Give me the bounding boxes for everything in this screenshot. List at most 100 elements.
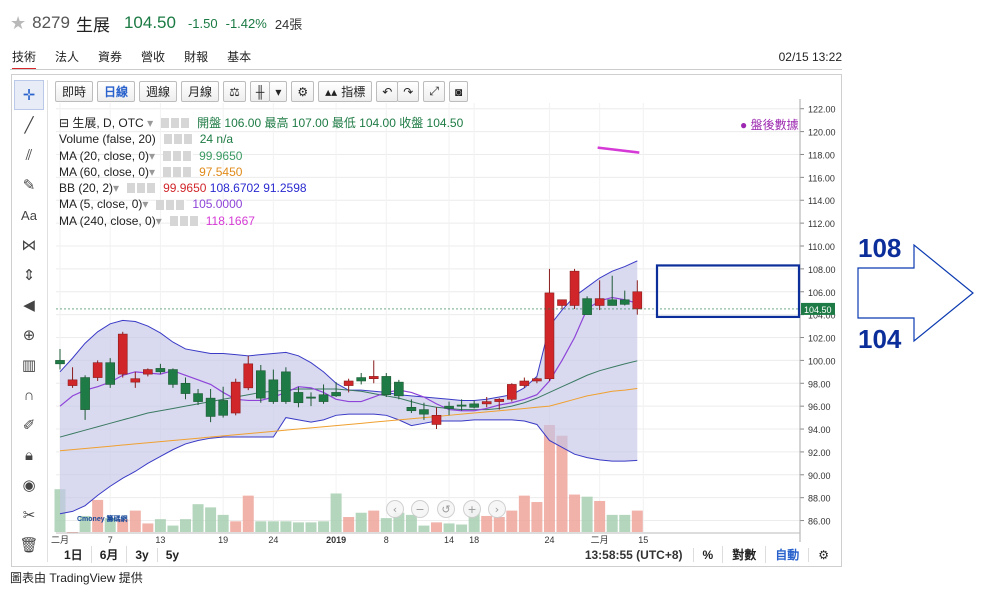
candle-body — [632, 291, 643, 310]
candle-body — [607, 299, 618, 306]
ma240-line — [597, 146, 640, 154]
price-tick-label: 86.00 — [808, 517, 831, 527]
legend-ma20-row: MA (20, close, 0) ▾ 99.9650 — [59, 148, 463, 164]
legend-controls[interactable] — [161, 118, 192, 129]
volume-bar — [280, 521, 292, 532]
range-3y-button[interactable]: 3y — [127, 547, 158, 562]
price-tick-label: 90.00 — [808, 471, 831, 481]
candle-body — [218, 400, 228, 416]
volume-bar — [619, 514, 631, 532]
candle-body — [92, 362, 103, 378]
legend-volume-row: Volume (false, 20) 24 n/a — [59, 131, 463, 147]
candle-body — [544, 292, 555, 380]
volume-bar — [493, 517, 505, 532]
volume-bar — [594, 500, 606, 532]
legend-ohlc: 開盤 106.00 最高 107.00 最低 104.00 收盤 104.50 — [197, 116, 464, 130]
ma240-value: 118.1667 — [205, 213, 255, 228]
candle-body — [130, 378, 141, 383]
legend-main-label: 生展, D, OTC — [72, 116, 144, 130]
candle-body — [469, 403, 479, 408]
volume-bar — [481, 515, 493, 532]
nav-control-icon: › — [495, 503, 499, 516]
ma240-controls[interactable] — [169, 215, 200, 226]
legend-ma240-row: MA (240, close, 0) ▾ 118.1667 — [59, 213, 463, 229]
ma240-dropdown-icon[interactable]: ▾ — [156, 213, 162, 229]
ma5-dropdown-icon[interactable]: ▾ — [142, 196, 148, 212]
price-tick-label: 122.00 — [808, 105, 836, 115]
ma20-dropdown-icon[interactable]: ▾ — [149, 148, 155, 164]
volume-bar — [368, 510, 380, 532]
candle-body — [557, 299, 567, 306]
candle-body — [481, 401, 492, 405]
volume-bar — [581, 496, 593, 532]
after-hours-label[interactable]: ● 盤後數據 — [740, 116, 799, 133]
ma60-dropdown-icon[interactable]: ▾ — [149, 164, 155, 180]
range-1d-button[interactable]: 1日 — [56, 546, 92, 563]
bb-dropdown-icon[interactable]: ▾ — [113, 180, 119, 196]
volume-bar — [267, 521, 279, 532]
candle-body — [456, 404, 467, 407]
percent-scale-button[interactable]: % — [692, 547, 723, 562]
log-scale-button[interactable]: 對數 — [722, 546, 765, 563]
bb-upper-value: 108.6702 — [209, 181, 260, 196]
volume-bar — [556, 435, 568, 532]
price-chart[interactable]: 86.00 88.00 90.00 92.00 94.00 96.00 98.00 100.0… — [0, 0, 1000, 600]
bb-mid-value: 99.9650 — [163, 181, 207, 196]
volume-bar — [230, 521, 242, 532]
candle-body — [67, 379, 78, 386]
price-tick-label: 102.00 — [808, 334, 836, 344]
candle-body — [168, 369, 178, 385]
ma5-controls[interactable] — [156, 199, 187, 210]
price-tick-label: 120.00 — [808, 128, 836, 138]
dot-icon: ● — [740, 118, 751, 132]
volume-bar — [167, 525, 179, 532]
candle-body — [582, 298, 592, 315]
bb-lower-value: 91.2598 — [263, 181, 307, 196]
chart-settings-icon[interactable]: ⚙ — [808, 547, 838, 562]
candle-body — [368, 376, 379, 380]
legend-bb-row: BB (20, 2) ▾ 99.9650 108.6702 91.2598 — [59, 180, 463, 196]
candle-body — [143, 369, 153, 375]
collapse-icon[interactable]: ⊟ — [59, 116, 72, 130]
range-5y-button[interactable]: 5y — [158, 548, 187, 562]
candle-body — [180, 382, 191, 394]
price-tick-label: 116.00 — [808, 173, 835, 183]
candle-body — [343, 380, 354, 386]
price-tick-label: 98.00 — [808, 379, 831, 389]
bb-controls[interactable] — [127, 183, 158, 194]
volume-bar — [305, 522, 317, 532]
bb-label: BB (20, 2) — [59, 181, 114, 196]
ma20-controls[interactable] — [163, 150, 194, 161]
nav-control-icon: ‹ — [393, 503, 397, 516]
candle-body — [431, 415, 442, 425]
volume-bar — [129, 510, 141, 532]
candle-body — [519, 380, 530, 386]
volume-bar — [606, 514, 618, 532]
candle-body — [381, 376, 392, 396]
ma5-value: 105.0000 — [192, 197, 243, 212]
price-tick-label: 88.00 — [808, 494, 831, 504]
price-tick-label: 96.00 — [808, 402, 831, 412]
volume-bar — [431, 522, 442, 532]
candle-body — [594, 298, 605, 306]
ma60-controls[interactable] — [163, 167, 194, 178]
price-tick-label: 114.00 — [808, 196, 835, 206]
price-tick-label: 92.00 — [808, 448, 831, 458]
volume-bar — [192, 504, 204, 532]
auto-scale-button[interactable]: 自動 — [765, 546, 808, 563]
volume-bar — [142, 523, 154, 532]
volume-bar — [456, 524, 468, 532]
candle-body — [444, 405, 454, 409]
volume-bar — [205, 507, 217, 532]
volume-bar — [418, 525, 430, 532]
volume-bar — [569, 494, 581, 532]
ma20-label: MA (20, close, 0) — [59, 148, 150, 163]
volume-controls[interactable] — [163, 134, 194, 145]
candle-body — [281, 371, 291, 402]
legend-dropdown-icon[interactable]: ▾ — [144, 116, 153, 130]
price-tick-label: 108.00 — [808, 265, 836, 275]
candle-body — [419, 409, 429, 415]
range-6m-button[interactable]: 6月 — [92, 546, 128, 563]
price-tick-label: 118.00 — [808, 150, 835, 160]
candle-body — [105, 362, 115, 385]
